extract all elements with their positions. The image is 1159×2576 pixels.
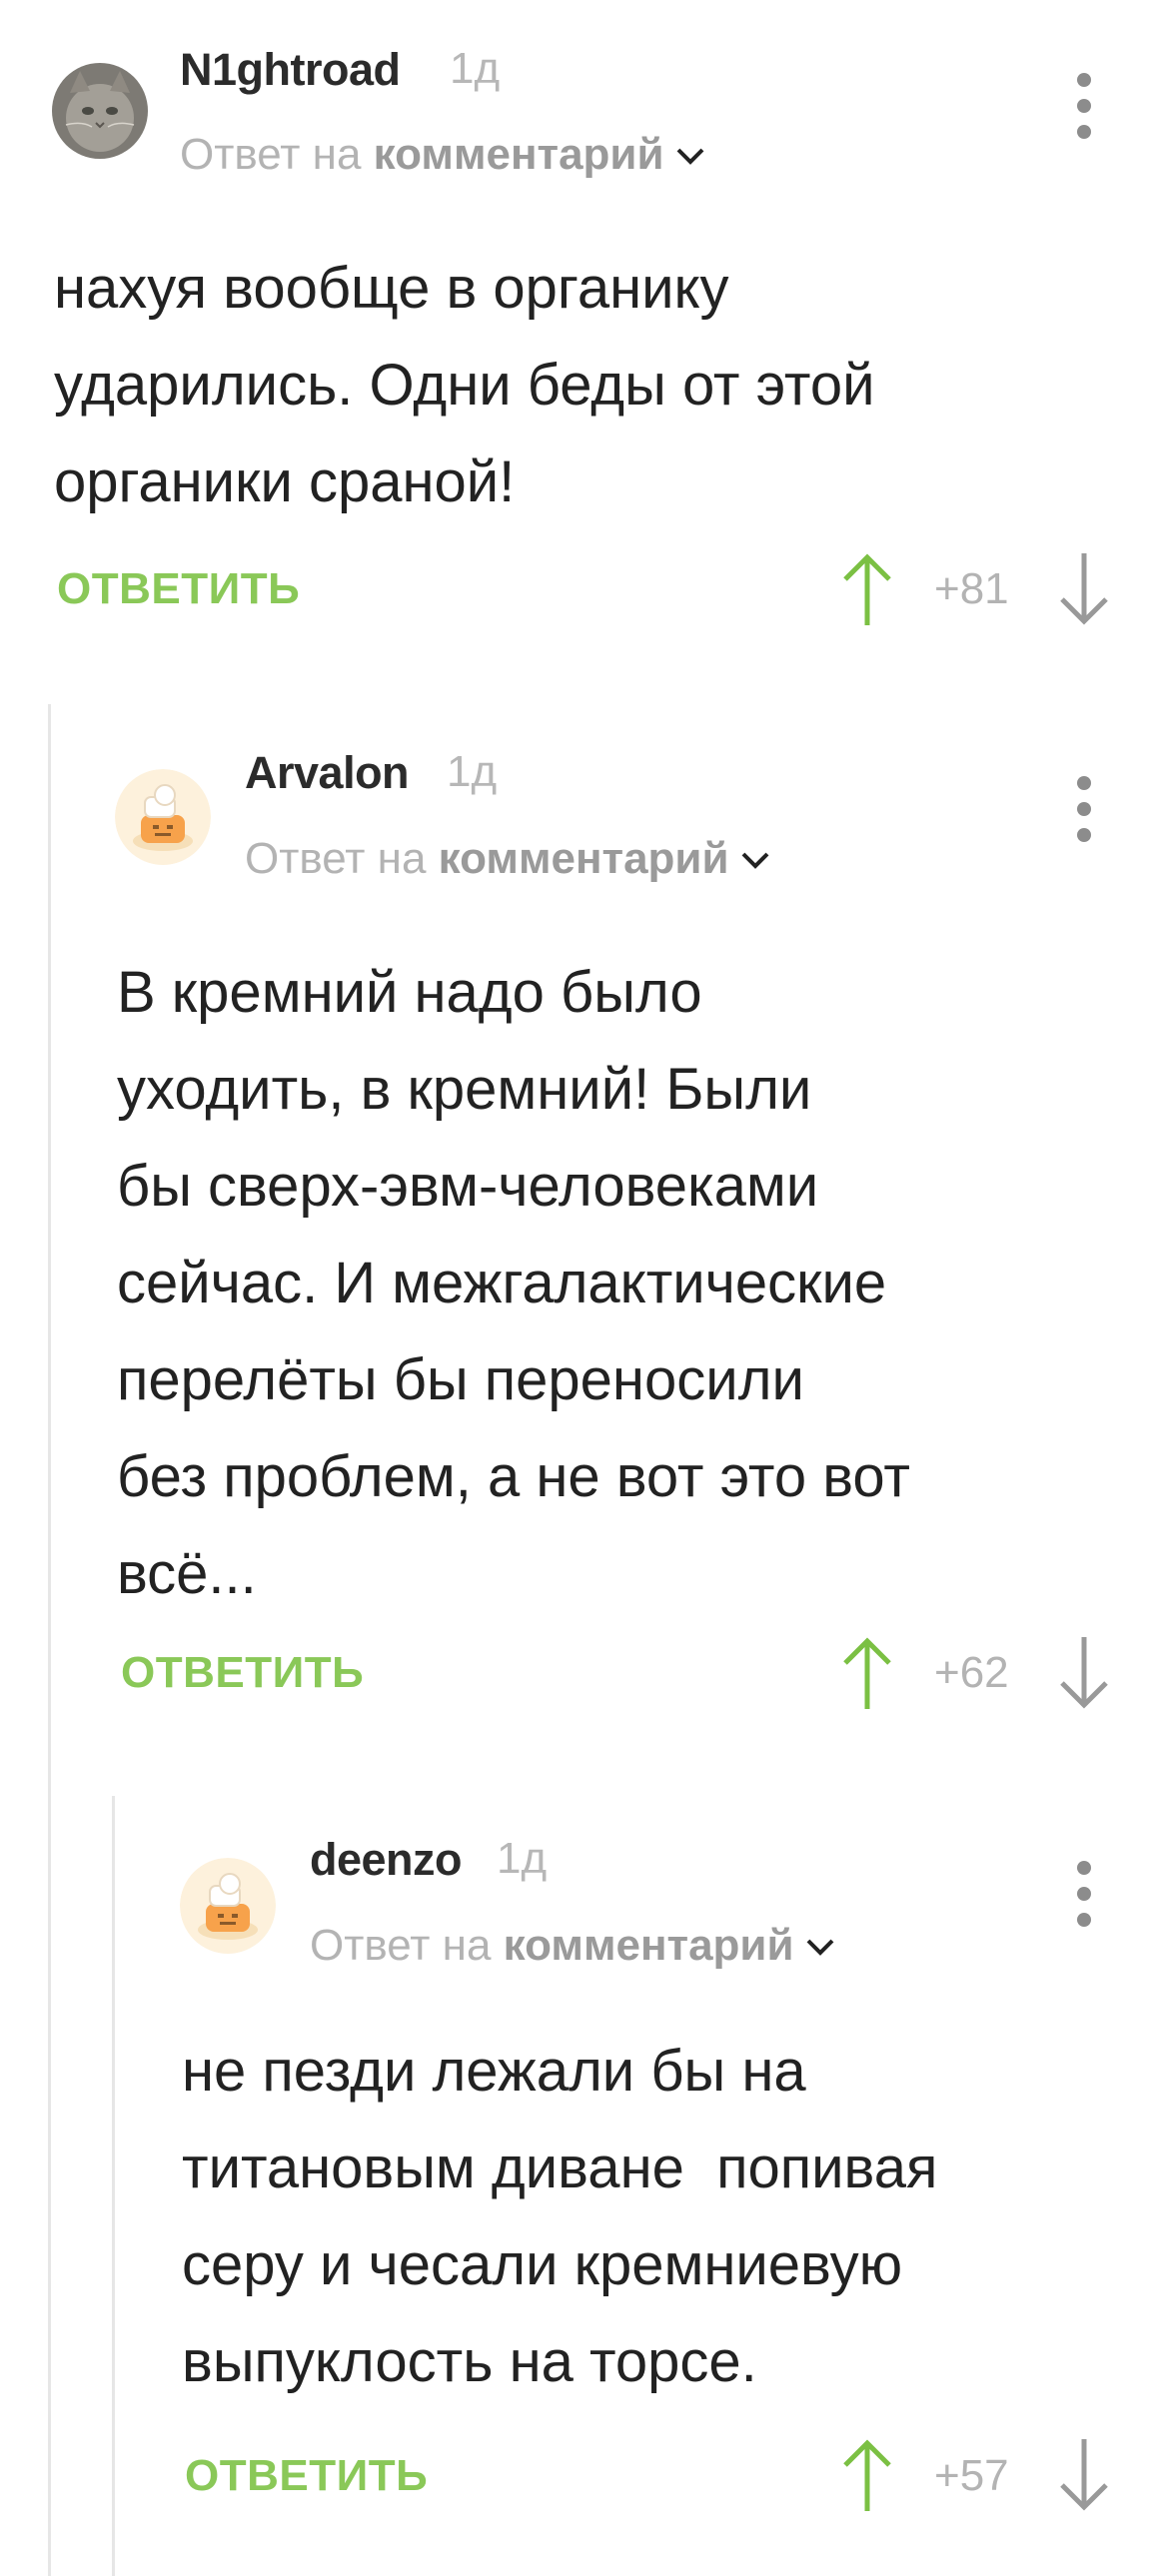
avatar[interactable] [180, 1858, 276, 1954]
reply-to-link[interactable]: Ответ на комментарий [180, 130, 706, 180]
comment-time: 1д [497, 1834, 548, 1883]
arrow-up-icon [843, 2439, 891, 2511]
upvote-button[interactable] [837, 1633, 897, 1713]
vote-count: +62 [934, 1648, 1009, 1697]
reply-prefix: Ответ на [310, 1921, 492, 1970]
reply-button[interactable]: ОТВЕТИТЬ [185, 2451, 428, 2501]
avatar[interactable] [52, 63, 148, 159]
more-vertical-icon [1077, 1861, 1091, 1927]
chef-avatar-icon [115, 769, 211, 865]
comment-time: 1д [447, 747, 498, 796]
avatar[interactable] [115, 769, 211, 865]
more-options-button[interactable] [1064, 769, 1104, 849]
downvote-button[interactable] [1054, 2435, 1114, 2515]
vote-count: +81 [934, 564, 1009, 613]
comment-n1ghtroad: N1ghtroad 1д Ответ на комментарий нахуя … [0, 0, 1159, 679]
downvote-button[interactable] [1054, 1633, 1114, 1713]
username[interactable]: N1ghtroad [180, 44, 401, 96]
reply-target: комментарий [503, 1921, 794, 1970]
reply-target: комментарий [438, 834, 729, 883]
reply-to-link[interactable]: Ответ на комментарий [310, 1921, 836, 1971]
chevron-down-icon [676, 148, 703, 166]
more-vertical-icon [1077, 776, 1091, 842]
reply-to-link[interactable]: Ответ на комментарий [245, 834, 771, 884]
comment-arvalon: Arvalon 1д Ответ на комментарий В кремни… [0, 699, 1159, 1778]
upvote-button[interactable] [837, 2435, 897, 2515]
cat-avatar-icon [52, 63, 148, 159]
comment-text: В кремний надо было уходить, в кремний! … [117, 960, 910, 1606]
arrow-down-icon [1060, 553, 1108, 625]
arrow-down-icon [1060, 2439, 1108, 2511]
chef-avatar-icon [180, 1858, 276, 1954]
username[interactable]: deenzo [310, 1834, 463, 1886]
reply-prefix: Ответ на [180, 130, 362, 179]
upvote-button[interactable] [837, 549, 897, 629]
reply-prefix: Ответ на [245, 834, 427, 883]
more-options-button[interactable] [1064, 66, 1104, 146]
comment-text: не пезди лежали бы на титановым диване п… [182, 2039, 938, 2394]
more-vertical-icon [1077, 73, 1091, 139]
reply-button[interactable]: ОТВЕТИТЬ [121, 1648, 364, 1698]
username[interactable]: Arvalon [245, 747, 410, 799]
reply-target: комментарий [373, 130, 664, 179]
comment-text: нахуя вообще в органику ударились. Одни … [54, 256, 875, 514]
more-options-button[interactable] [1064, 1854, 1104, 1934]
arrow-down-icon [1060, 1637, 1108, 1709]
downvote-button[interactable] [1054, 549, 1114, 629]
chevron-down-icon [741, 852, 768, 870]
chevron-down-icon [806, 1939, 833, 1957]
arrow-up-icon [843, 553, 891, 625]
vote-count: +57 [934, 2451, 1009, 2500]
arrow-up-icon [843, 1637, 891, 1709]
comment-deenzo: deenzo 1д Ответ на комментарий не пезди … [0, 1788, 1159, 2576]
reply-button[interactable]: ОТВЕТИТЬ [57, 564, 300, 614]
comment-time: 1д [450, 44, 501, 93]
